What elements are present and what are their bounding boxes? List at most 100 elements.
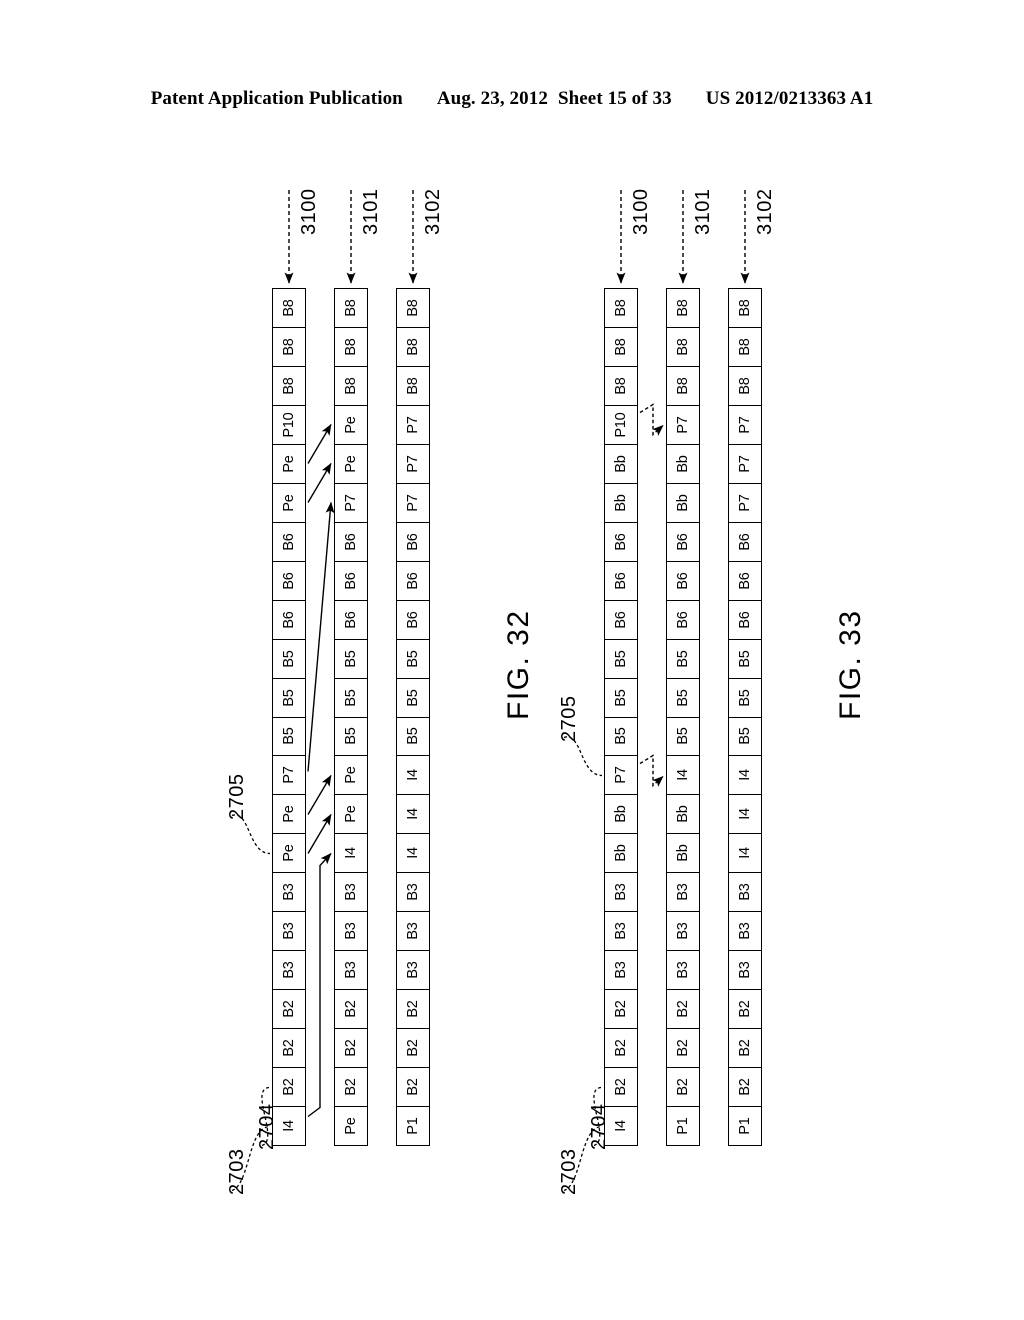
stream-cell-label: B6: [404, 572, 421, 590]
stream-cell: B6: [335, 599, 367, 639]
stream-cell-label: B6: [280, 611, 297, 629]
stream-cell-label: P7: [612, 766, 629, 785]
stream-cell: B3: [667, 911, 699, 950]
stream-cell-label: B8: [404, 377, 421, 395]
stream-cell: B8: [729, 326, 761, 366]
reference-number-3100: 3100: [630, 188, 652, 236]
reference-number-3100: 3100: [298, 188, 320, 236]
stream-cell-label: B8: [280, 338, 297, 356]
stream-cell-label: B3: [342, 961, 359, 979]
stream-cell: P1: [397, 1106, 429, 1145]
stream-cell-label: B5: [736, 650, 753, 668]
stream-cell: B8: [605, 289, 637, 327]
stream-cell: B8: [335, 365, 367, 405]
stream-cell: Bb: [605, 794, 637, 833]
stream-cell-label: B6: [280, 572, 297, 590]
stream-cell-label: Pe: [280, 455, 297, 473]
stream-cell: B6: [273, 599, 305, 639]
stream-cell: B3: [605, 950, 637, 989]
stream-cell: B3: [605, 911, 637, 950]
stream-cell-label: B6: [674, 533, 691, 551]
stream-cell-label: B8: [612, 377, 629, 395]
stream-cell-label: B3: [736, 961, 753, 979]
stream-cell: B6: [605, 599, 637, 639]
stream-cell-label: B3: [674, 883, 691, 901]
stream-cell-label: B3: [612, 922, 629, 940]
stream-cell: B2: [397, 1067, 429, 1106]
stream-cell-label: B8: [342, 377, 359, 395]
stream-cell-label: B2: [674, 1000, 691, 1018]
stream-cell: B5: [605, 638, 637, 678]
callout-label-2705: 2705: [226, 773, 248, 820]
stream-cell-label: P7: [674, 416, 691, 434]
stream-cell-label: P1: [674, 1117, 691, 1135]
figure-canvas: I4 B2 B2 B2 B3 B3 B3 Pe Pe P7 B5 B5 B5 B6 B6 B6 Pe Pe P10 B…: [0, 0, 1024, 1320]
stream-cell: B2: [667, 1067, 699, 1106]
stream-cell-label: B6: [736, 611, 753, 629]
callout-label-2703: 2703: [558, 1148, 580, 1195]
stream-cell: B6: [729, 521, 761, 561]
stream-cell-label: B8: [404, 299, 421, 317]
stream-cell: B5: [667, 677, 699, 717]
stream-cell-label: B6: [404, 611, 421, 629]
stream-cell: I4: [729, 833, 761, 872]
stream-cell: B2: [335, 989, 367, 1028]
stream-cell: B8: [667, 365, 699, 405]
stream-cell: I4: [667, 755, 699, 794]
stream-cell-label: B6: [612, 611, 629, 629]
stream-cell: B3: [273, 872, 305, 911]
stream-cell: B5: [605, 677, 637, 717]
stream-cell-label: Pe: [342, 1117, 359, 1135]
stream-cell-label: B3: [404, 961, 421, 979]
stream-cell: B5: [335, 716, 367, 756]
reference-number-3102: 3102: [754, 188, 776, 236]
stream-cell: B3: [729, 872, 761, 911]
stream-cell: B5: [273, 638, 305, 678]
stream-cell-label: B6: [674, 572, 691, 590]
stream-cell-label: B3: [342, 883, 359, 901]
stream-cell: P7: [335, 482, 367, 522]
stream-cell: P7: [397, 404, 429, 444]
reference-number-3102: 3102: [422, 188, 444, 236]
stream-cell-label: B3: [674, 922, 691, 940]
stream-cell-label: P7: [736, 416, 753, 434]
stream-cell-label: B8: [612, 338, 629, 356]
stream-cell-label: B3: [674, 961, 691, 979]
stream-cell-label: B2: [612, 1039, 629, 1057]
stream-cell: B3: [729, 950, 761, 989]
stream-cell: Pe: [335, 794, 367, 833]
stream-cell: B3: [397, 911, 429, 950]
stream-cell: Pe: [335, 443, 367, 483]
stream-cell-label: I4: [404, 769, 421, 782]
stream-cell-label: B2: [674, 1078, 691, 1096]
stream-cell-label: B8: [612, 299, 629, 317]
stream-cell-label: B8: [342, 338, 359, 356]
stream-cell: Pe: [273, 482, 305, 522]
stream-cell: B3: [335, 911, 367, 950]
stream-strip-3100: I4 B2 B2 B2 B3 B3 B3 Pe Pe P7 B5 B5 B5 B6 B6 B6 Pe Pe P10 B…: [272, 288, 306, 1146]
stream-cell-label: B5: [612, 650, 629, 668]
stream-cell: B2: [729, 1028, 761, 1067]
stream-cell: B3: [273, 911, 305, 950]
stream-cell-label: Pe: [280, 844, 297, 862]
stream-cell-label: B3: [612, 883, 629, 901]
stream-cell-label: B3: [404, 883, 421, 901]
stream-cell-label: B5: [280, 727, 297, 746]
stream-cell-label: Pe: [342, 766, 359, 785]
stream-cell-label: P7: [404, 455, 421, 473]
stream-cell-label: B6: [612, 533, 629, 551]
stream-cell: B5: [273, 716, 305, 756]
stream-cell-label: B3: [404, 922, 421, 940]
stream-cell-label: B8: [404, 338, 421, 356]
stream-cell-label: B8: [736, 377, 753, 395]
stream-cell-label: B5: [404, 650, 421, 668]
stream-cell-label: P7: [404, 494, 421, 512]
stream-cell: B5: [397, 716, 429, 756]
stream-cell-label: P1: [736, 1117, 753, 1135]
stream-cell-label: B2: [280, 1078, 297, 1096]
stream-cell-label: B6: [736, 572, 753, 590]
stream-cell: B2: [273, 989, 305, 1028]
stream-cell-label: B8: [674, 377, 691, 395]
stream-cell: B8: [605, 365, 637, 405]
stream-cell: Bb: [667, 482, 699, 522]
